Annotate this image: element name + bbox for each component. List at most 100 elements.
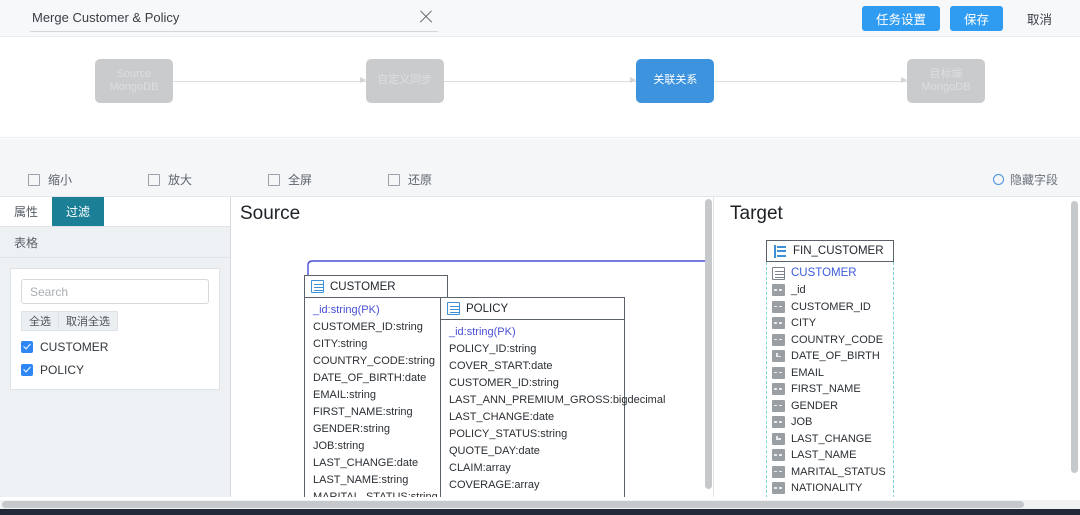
- restore-label: 还原: [408, 173, 433, 187]
- target-field-row[interactable]: JOB: [767, 414, 893, 431]
- zoom-out-tool[interactable]: 缩小: [28, 171, 72, 188]
- select-all-button[interactable]: 全选: [21, 311, 59, 331]
- step-connector-2: [443, 77, 637, 83]
- field-row[interactable]: POLICY_ID:string: [441, 340, 624, 357]
- hide-fields-toggle[interactable]: 隐藏字段: [992, 171, 1058, 188]
- field-row[interactable]: QUOTE_DAY:date: [441, 442, 624, 459]
- field-row[interactable]: LAST_CHANGE:date: [441, 408, 624, 425]
- field-row[interactable]: POLICY_STATUS:string: [441, 425, 624, 442]
- top-actions: 任务设置 保存 取消: [861, 6, 1066, 31]
- target-field-row[interactable]: COUNTRY_CODE: [767, 332, 893, 349]
- close-icon[interactable]: [418, 9, 434, 25]
- source-pane[interactable]: Source CUSTOMER _id:string(PK) CUSTOMER_…: [232, 197, 714, 497]
- step-custom-sync[interactable]: 自定义同步: [365, 59, 444, 103]
- table-list-icon: [311, 280, 324, 293]
- target-field-label: COUNTRY_CODE: [791, 333, 884, 346]
- fullscreen-tool[interactable]: 全屏: [268, 171, 312, 188]
- task-settings-button[interactable]: 任务设置: [861, 6, 940, 31]
- deselect-all-button[interactable]: 取消全选: [59, 311, 118, 331]
- string-field-icon: [772, 317, 785, 330]
- field-row[interactable]: LAST_ANN_PREMIUM_GROSS:bigdecimal: [441, 391, 665, 408]
- target-field-row[interactable]: GENDER: [767, 398, 893, 415]
- field-row[interactable]: _id:string(PK): [441, 323, 624, 340]
- wizard-stepper: Source MongoDB 自定义同步 关联关系 目标端 MongoDB: [95, 59, 986, 103]
- canvas-tools: 缩小 放大 全屏 还原: [28, 171, 432, 188]
- zoom-out-checkbox-icon: [28, 173, 40, 186]
- field-row[interactable]: JOB:string: [305, 437, 447, 454]
- source-entity-customer[interactable]: CUSTOMER _id:string(PK) CUSTOMER_ID:stri…: [304, 275, 448, 497]
- restore-checkbox-icon: [388, 173, 401, 186]
- task-title-field[interactable]: [30, 6, 438, 32]
- search-input[interactable]: [21, 279, 209, 304]
- string-field-icon: [772, 383, 785, 396]
- string-field-icon: [772, 482, 785, 495]
- target-entity-fin-customer[interactable]: FIN_CUSTOMER CUSTOMER _id CUSTOMER_ID CI…: [766, 240, 894, 497]
- field-row[interactable]: GENDER:string: [305, 420, 447, 437]
- field-row[interactable]: CITY:string: [305, 335, 447, 352]
- string-field-icon: [772, 300, 785, 313]
- field-row[interactable]: DATE_OF_BIRTH:date: [305, 369, 447, 386]
- horizontal-scrollbar[interactable]: [0, 500, 1080, 509]
- target-pane-title: Target: [730, 203, 783, 224]
- target-field-label: LAST_NAME: [791, 449, 857, 462]
- source-entity-policy[interactable]: POLICY _id:string(PK) POLICY_ID:string C…: [440, 297, 665, 498]
- target-field-row[interactable]: MARITAL_STATUS: [767, 464, 893, 481]
- zoom-in-tool[interactable]: 放大: [148, 171, 192, 188]
- checkbox-checked-icon: [21, 341, 33, 353]
- field-row[interactable]: CLAIM:array: [441, 459, 624, 476]
- stepper-band: Source MongoDB 自定义同步 关联关系 目标端 MongoDB: [0, 37, 1080, 138]
- target-node-customer[interactable]: CUSTOMER: [767, 264, 893, 282]
- field-row[interactable]: CUSTOMER_ID:string: [441, 374, 624, 391]
- target-pane[interactable]: Target FIN_CUSTOMER CUSTOMER _id CUSTOME…: [722, 197, 1080, 497]
- tree-structure-icon: [773, 244, 787, 258]
- source-entity-policy-fields: _id:string(PK) POLICY_ID:string COVER_ST…: [441, 320, 665, 498]
- target-field-label: _id: [791, 284, 806, 297]
- source-entity-customer-name: CUSTOMER: [330, 280, 396, 293]
- field-row[interactable]: COUNTRY_CODE:string: [305, 352, 447, 369]
- field-row[interactable]: LAST_NAME:string: [305, 471, 447, 488]
- target-field-row[interactable]: NATIONALITY: [767, 480, 893, 497]
- checkbox-checked-icon: [21, 364, 33, 376]
- target-field-row[interactable]: CUSTOMER_ID: [767, 299, 893, 316]
- tab-attributes[interactable]: 属性: [0, 197, 52, 226]
- field-row[interactable]: _id:string(PK): [305, 301, 447, 318]
- target-field-row[interactable]: FIRST_NAME: [767, 381, 893, 398]
- cancel-button[interactable]: 取消: [1013, 6, 1066, 31]
- zoom-in-checkbox-icon: [148, 173, 161, 186]
- mapping-canvas[interactable]: Source CUSTOMER _id:string(PK) CUSTOMER_…: [232, 197, 1080, 497]
- target-pane-scrollbar[interactable]: [1071, 197, 1078, 497]
- source-entity-policy-header[interactable]: POLICY: [441, 298, 624, 320]
- fullscreen-label: 全屏: [288, 173, 313, 187]
- step-target-mongodb[interactable]: 目标端 MongoDB: [907, 59, 986, 103]
- target-field-row[interactable]: LAST_NAME: [767, 447, 893, 464]
- target-field-row[interactable]: _id: [767, 282, 893, 299]
- field-row[interactable]: LAST_CHANGE:date: [305, 454, 447, 471]
- left-panel: 属性 过滤 表格 全选 取消全选 CUSTOMER POLICY: [0, 197, 231, 497]
- source-entity-customer-header[interactable]: CUSTOMER: [305, 276, 447, 298]
- step-relationship[interactable]: 关联关系: [636, 59, 715, 103]
- field-row[interactable]: COVERAGE:array: [441, 476, 624, 493]
- field-row[interactable]: MARITAL_STATUS:string: [305, 488, 447, 498]
- field-row[interactable]: EMAIL:string: [305, 386, 447, 403]
- target-field-row[interactable]: DATE_OF_BIRTH: [767, 348, 893, 365]
- target-field-row[interactable]: CITY: [767, 315, 893, 332]
- section-title-tables: 表格: [0, 227, 230, 258]
- field-row[interactable]: CUSTOMER_ID:string: [305, 318, 447, 335]
- source-pane-scrollbar[interactable]: [705, 197, 712, 497]
- target-root-node[interactable]: FIN_CUSTOMER: [766, 240, 894, 262]
- table-checkbox-policy[interactable]: POLICY: [21, 363, 209, 377]
- field-row[interactable]: COVER_START:date: [441, 357, 624, 374]
- source-entity-policy-name: POLICY: [466, 302, 509, 315]
- target-field-label: GENDER: [791, 399, 839, 412]
- field-row[interactable]: RISK:array: [441, 493, 624, 498]
- target-field-row[interactable]: EMAIL: [767, 365, 893, 382]
- save-button[interactable]: 保存: [949, 6, 1003, 31]
- step-source-mongodb[interactable]: Source MongoDB: [95, 59, 173, 103]
- task-title-input[interactable]: [30, 9, 390, 28]
- target-field-row[interactable]: LAST_CHANGE: [767, 431, 893, 448]
- restore-tool[interactable]: 还原: [388, 171, 432, 188]
- tab-filter[interactable]: 过滤: [52, 197, 105, 226]
- string-field-icon: [772, 449, 785, 462]
- table-checkbox-customer[interactable]: CUSTOMER: [21, 340, 209, 354]
- field-row[interactable]: FIRST_NAME:string: [305, 403, 447, 420]
